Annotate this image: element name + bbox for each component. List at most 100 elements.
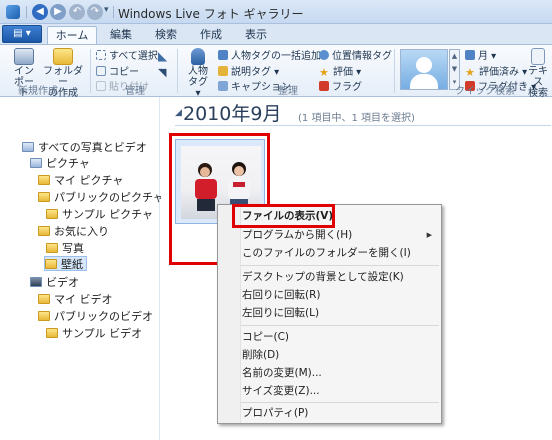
folder-icon bbox=[38, 311, 50, 321]
folder-icon bbox=[38, 175, 50, 185]
menu-item-properties[interactable]: プロパティ(P) bbox=[242, 404, 308, 422]
menu-item-open-folder[interactable]: このファイルのフォルダーを開く(I) bbox=[242, 244, 411, 262]
folder-icon bbox=[45, 259, 57, 269]
group-separator bbox=[394, 49, 395, 93]
caption-icon bbox=[218, 81, 228, 91]
group-label-manage: 管理 bbox=[125, 86, 145, 97]
paste-icon bbox=[96, 81, 106, 91]
menu-item-copy[interactable]: コピー(C) bbox=[242, 328, 289, 346]
menu-item-set-desktop-background[interactable]: デスクトップの背景として設定(K) bbox=[242, 268, 404, 286]
star-icon: ★ bbox=[465, 66, 475, 79]
menu-separator bbox=[241, 265, 439, 266]
menu-item-resize[interactable]: サイズ変更(Z)... bbox=[242, 382, 320, 400]
tree-item-favorites[interactable]: お気に入り bbox=[38, 224, 109, 239]
context-menu: ファイルの表示(V) プログラムから開く(H) ▶ このファイルのフォルダーを開く… bbox=[217, 204, 442, 424]
month-group-count: (1 項目中、1 項目を選択) bbox=[298, 113, 415, 124]
camera-icon bbox=[14, 48, 34, 65]
tab-create[interactable]: 作成 bbox=[191, 26, 231, 44]
tree-item-photos[interactable]: 写真 bbox=[46, 241, 84, 256]
window-title: Windows Live フォト ギャラリー bbox=[118, 7, 304, 21]
tree-item-pictures[interactable]: ピクチャ bbox=[30, 156, 90, 171]
text-search-button[interactable]: テキス 検索 bbox=[524, 48, 552, 99]
video-library-icon bbox=[30, 277, 42, 287]
undo-icon[interactable]: ↶ bbox=[69, 4, 85, 20]
separator bbox=[26, 6, 27, 18]
menu-item-rotate-right[interactable]: 右回りに回転(R) bbox=[242, 286, 321, 304]
tree-item-all-photos[interactable]: すべての写真とビデオ bbox=[22, 140, 147, 155]
group-divider bbox=[175, 125, 551, 126]
ribbon: イン ポート フォルダー の作成 新規作成 すべて選択 ◣ コピー ◥ 貼り付け… bbox=[0, 44, 552, 99]
menu-item-rename[interactable]: 名前の変更(M)... bbox=[242, 364, 322, 382]
calendar-icon bbox=[465, 50, 475, 60]
submenu-arrow-icon: ▶ bbox=[426, 231, 432, 239]
quick-search-avatar[interactable] bbox=[400, 49, 448, 90]
menu-separator bbox=[241, 325, 439, 326]
month-group-title: 2010年9月 bbox=[183, 103, 282, 125]
rotate-right-icon[interactable]: ◥ bbox=[158, 66, 172, 79]
flag-icon bbox=[319, 81, 329, 91]
folder-icon bbox=[38, 226, 50, 236]
new-folder-icon bbox=[53, 48, 73, 65]
tree-item-videos[interactable]: ビデオ bbox=[30, 275, 79, 290]
tab-view[interactable]: 表示 bbox=[236, 26, 276, 44]
ribbon-tab-bar: ▤ ▾ ホーム 編集 検索 作成 表示 bbox=[0, 24, 552, 44]
folder-icon bbox=[46, 243, 58, 253]
copy-icon bbox=[96, 66, 106, 76]
app-icon[interactable] bbox=[6, 5, 20, 19]
avatar-head bbox=[416, 57, 432, 73]
tree-item-public-videos[interactable]: パブリックのビデオ bbox=[38, 309, 153, 324]
location-icon bbox=[319, 50, 329, 60]
select-all-button[interactable]: すべて選択 bbox=[96, 50, 158, 63]
flag-button[interactable]: フラグ bbox=[319, 81, 362, 94]
group-separator bbox=[177, 49, 178, 93]
photo-library-icon bbox=[22, 142, 34, 152]
folder-icon bbox=[38, 294, 50, 304]
menu-item-rotate-left[interactable]: 左回りに回転(L) bbox=[242, 304, 319, 322]
folder-icon bbox=[46, 209, 58, 219]
group-label-quick-search: クイック検索 bbox=[455, 86, 515, 97]
group-label-new: 新規作成 bbox=[18, 86, 58, 97]
group-separator bbox=[90, 49, 91, 93]
people-tag-button[interactable]: 人物 タグ ▾ bbox=[184, 48, 212, 99]
tree-item-my-pictures[interactable]: マイ ピクチャ bbox=[38, 173, 123, 188]
bulk-people-tag-button[interactable]: 人物タグの一括追加 bbox=[218, 50, 321, 63]
app-menu-button[interactable]: ▤ ▾ bbox=[2, 25, 42, 43]
tree-item-wallpaper[interactable]: 壁紙 bbox=[44, 256, 87, 271]
rating-button[interactable]: ★ 評価 ▾ bbox=[319, 66, 361, 79]
back-icon[interactable]: ◀ bbox=[32, 4, 48, 20]
rotate-left-icon[interactable]: ◣ bbox=[158, 50, 172, 63]
forward-icon[interactable]: ▶ bbox=[50, 4, 66, 20]
rated-filter-button[interactable]: ★ 評価済み ▾ bbox=[465, 66, 527, 79]
tab-home[interactable]: ホーム bbox=[47, 26, 97, 44]
text-search-icon bbox=[531, 48, 545, 65]
person-icon bbox=[191, 48, 205, 65]
tree-item-sample-pictures[interactable]: サンプル ピクチャ bbox=[46, 207, 153, 222]
tree-item-my-videos[interactable]: マイ ビデオ bbox=[38, 292, 113, 307]
tab-search[interactable]: 検索 bbox=[146, 26, 186, 44]
pictures-library-icon bbox=[30, 158, 42, 168]
menu-separator bbox=[241, 402, 439, 403]
month-filter-button[interactable]: 月 ▾ bbox=[465, 50, 496, 63]
menu-highlight-box bbox=[232, 204, 335, 228]
group-label-organize: 整理 bbox=[278, 86, 298, 97]
bulk-tag-icon bbox=[218, 50, 228, 60]
context-menu-gutter bbox=[218, 205, 241, 423]
import-label: イン bbox=[14, 66, 34, 77]
folder-icon bbox=[46, 328, 58, 338]
copy-button[interactable]: コピー bbox=[96, 66, 139, 79]
star-icon: ★ bbox=[319, 66, 329, 79]
title-bar: ◀ ▶ ↶ ↷ ▾ Windows Live フォト ギャラリー bbox=[0, 0, 552, 24]
geotag-button[interactable]: 位置情報タグ bbox=[319, 50, 392, 63]
menu-item-delete[interactable]: 削除(D) bbox=[242, 346, 279, 364]
tree-item-public-pictures[interactable]: パブリックのピクチャ bbox=[38, 190, 164, 205]
redo-icon[interactable]: ↷ bbox=[87, 4, 103, 20]
folder-icon bbox=[38, 192, 50, 202]
customize-toolbar-dropdown[interactable]: ▾ bbox=[104, 5, 109, 15]
select-all-icon bbox=[96, 50, 106, 60]
tab-edit[interactable]: 編集 bbox=[101, 26, 141, 44]
avatar-body bbox=[410, 74, 438, 89]
menu-item-open-with[interactable]: プログラムから開く(H) ▶ bbox=[242, 226, 440, 244]
description-tag-button[interactable]: 説明タグ ▾ bbox=[218, 66, 279, 79]
tree-item-sample-videos[interactable]: サンプル ビデオ bbox=[46, 326, 142, 341]
collapse-group-icon[interactable]: ◢ bbox=[175, 108, 182, 118]
